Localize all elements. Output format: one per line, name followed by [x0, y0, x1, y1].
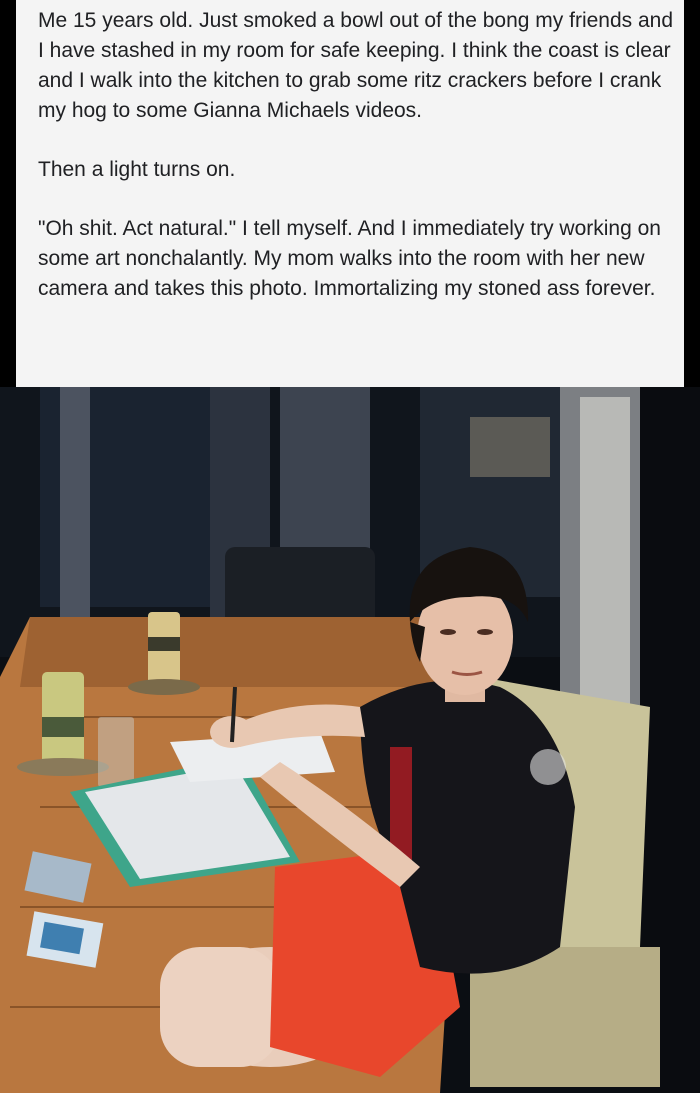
post-body: Me 15 years old. Just smoked a bowl out …	[38, 6, 678, 304]
social-post: Me 15 years old. Just smoked a bowl out …	[0, 0, 700, 1093]
post-paragraph-2: Then a light turns on.	[38, 158, 236, 181]
photo-illustration	[0, 387, 700, 1093]
post-paragraph-3: "Oh shit. Act natural." I tell myself. A…	[38, 217, 661, 300]
post-text-card: Me 15 years old. Just smoked a bowl out …	[0, 0, 700, 387]
post-paragraph-1: Me 15 years old. Just smoked a bowl out …	[38, 9, 674, 122]
post-photo[interactable]	[0, 387, 700, 1093]
